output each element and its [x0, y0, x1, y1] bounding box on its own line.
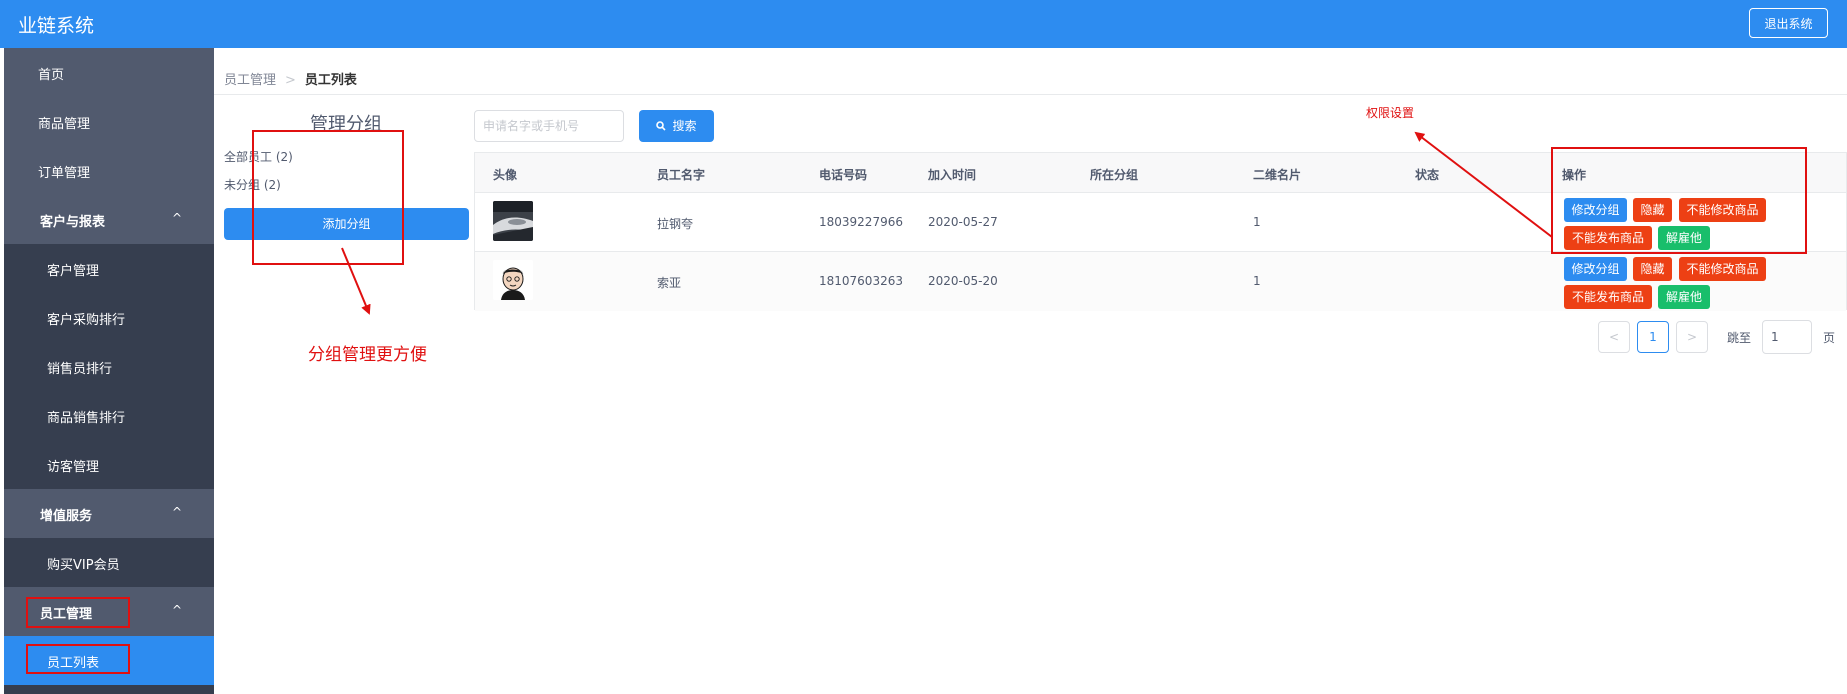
- annotation-group-note: 分组管理更方便: [308, 345, 427, 365]
- arrow-to-group-note: [341, 247, 371, 315]
- arrow-to-permission-note: [1414, 131, 1553, 238]
- annotation-permission-note: 权限设置: [1366, 106, 1415, 120]
- annotation-arrows: [341, 131, 1553, 315]
